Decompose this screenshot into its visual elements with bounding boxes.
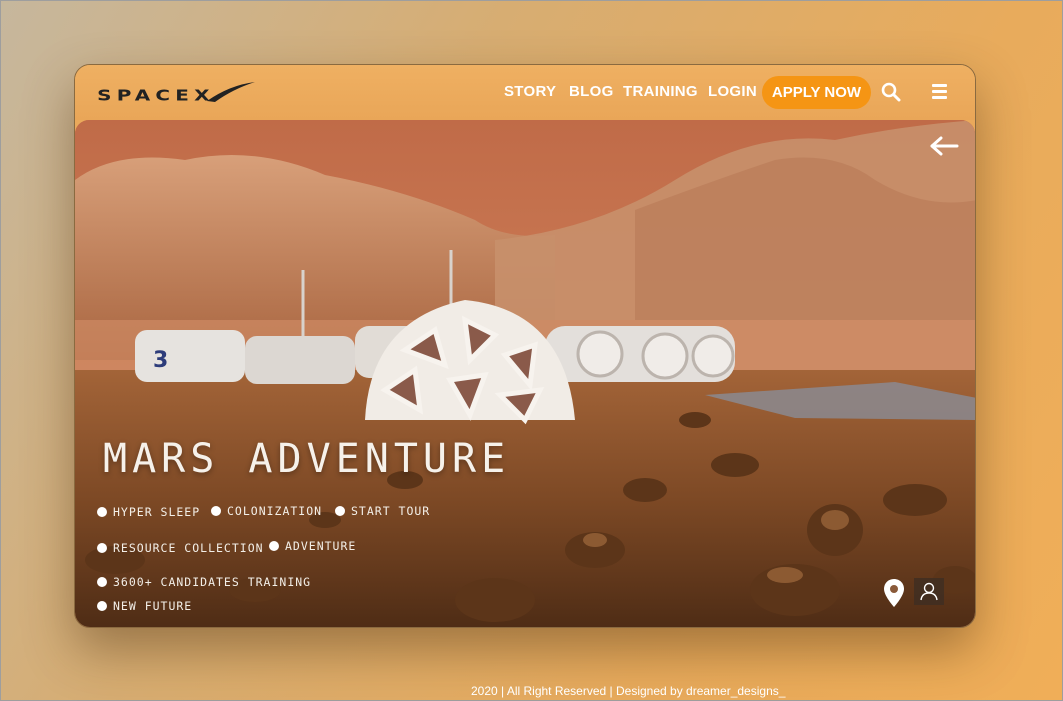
nav-blog[interactable]: BLOG: [569, 83, 614, 100]
tag-label: 3600+ CANDIDATES TRAINING: [113, 575, 312, 589]
footer-text: 2020 | All Right Reserved | Designed by …: [471, 684, 786, 698]
menu-icon[interactable]: [932, 84, 948, 104]
tag-hyper-sleep[interactable]: HYPER SLEEP: [97, 505, 200, 519]
location-pin-icon[interactable]: [883, 578, 905, 613]
navbar: SPACEX STORY BLOG TRAINING LOGIN APPLY N…: [75, 65, 975, 120]
nav-story[interactable]: STORY: [504, 83, 556, 100]
tag-bullet: [97, 577, 107, 587]
arrow-left-icon[interactable]: [929, 136, 959, 161]
tag-bullet: [211, 506, 221, 516]
main-card: SPACEX STORY BLOG TRAINING LOGIN APPLY N…: [74, 64, 976, 628]
tag-bullet: [335, 506, 345, 516]
spacex-logo[interactable]: SPACEX: [95, 79, 255, 110]
tag-new-future[interactable]: NEW FUTURE: [97, 599, 192, 613]
logo-text: SPACEX: [97, 88, 215, 105]
hero-title: MARS ADVENTURE: [103, 436, 511, 482]
tag-label: ADVENTURE: [285, 539, 357, 553]
tag-colonization[interactable]: COLONIZATION: [211, 504, 322, 518]
tag-bullet: [97, 507, 107, 517]
tag-adventure[interactable]: ADVENTURE: [269, 539, 356, 553]
tag-label: NEW FUTURE: [113, 599, 193, 613]
search-icon[interactable]: [881, 82, 901, 107]
user-button[interactable]: [914, 578, 944, 605]
tag-bullet: [97, 543, 107, 553]
tag-bullet: [97, 601, 107, 611]
user-icon: [920, 582, 938, 601]
tag-bullet: [269, 541, 279, 551]
apply-now-button[interactable]: APPLY NOW: [762, 76, 871, 109]
tag-label: COLONIZATION: [227, 504, 323, 518]
hero-section: 3 MARS ADVENTURE HYPER SLEEP COLONIZATIO…: [75, 120, 975, 627]
tag-start-tour[interactable]: START TOUR: [335, 504, 430, 518]
tag-label: RESOURCE COLLECTION: [113, 541, 264, 555]
tag-label: HYPER SLEEP: [113, 505, 201, 519]
nav-training[interactable]: TRAINING: [623, 83, 698, 100]
tag-candidates-training[interactable]: 3600+ CANDIDATES TRAINING: [97, 575, 311, 589]
nav-login[interactable]: LOGIN: [708, 83, 757, 100]
tag-resource-collection[interactable]: RESOURCE COLLECTION: [97, 541, 264, 555]
module-number: 3: [153, 348, 168, 373]
tag-label: START TOUR: [351, 504, 431, 518]
